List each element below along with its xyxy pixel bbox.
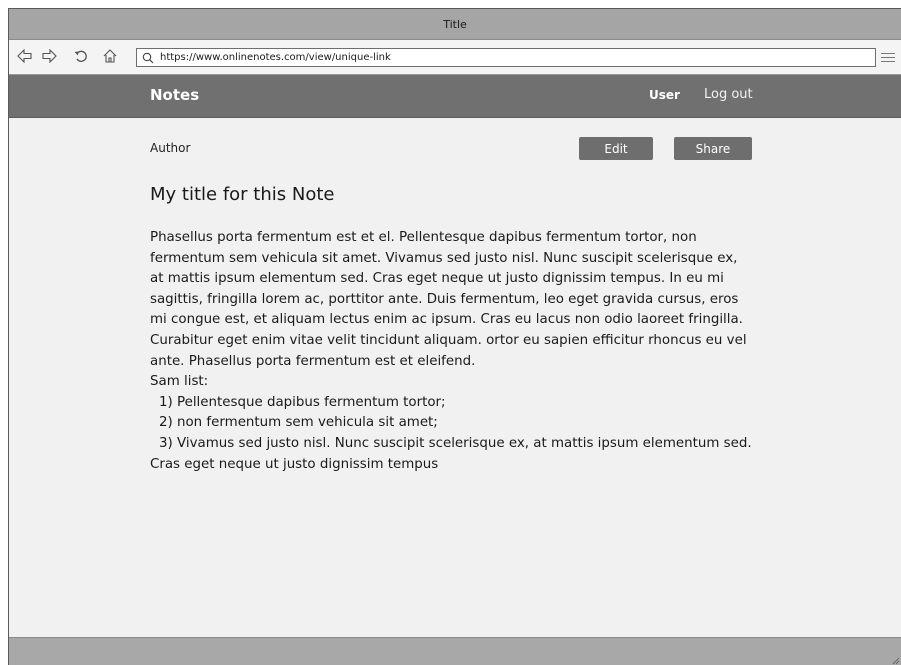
search-icon: [140, 50, 156, 66]
note-list-item: 1) Pellentesque dapibus fermentum tortor…: [159, 394, 446, 410]
url-bar[interactable]: https://www.onlinenotes.com/view/unique-…: [136, 48, 876, 67]
home-icon[interactable]: [101, 47, 119, 65]
url-text: https://www.onlinenotes.com/view/unique-…: [160, 52, 391, 63]
note-view: Author Edit Share My title for this Note…: [9, 118, 901, 628]
brand-logo[interactable]: Notes: [150, 86, 199, 104]
browser-window: Title https://www.onlinenotes.com/view/u…: [8, 8, 901, 665]
refresh-icon[interactable]: [72, 47, 90, 65]
window-title: Title: [443, 17, 467, 31]
note-paragraph: Phasellus porta fermentum est et el. Pel…: [150, 230, 747, 369]
forward-icon[interactable]: [40, 47, 58, 65]
note-author: Author: [150, 141, 191, 155]
logout-link[interactable]: Log out: [704, 87, 753, 102]
note-title: My title for this Note: [150, 184, 335, 205]
note-list-item: 2) non fermentum sem vehicula sit amet;: [159, 415, 438, 431]
note-body: Phasellus porta fermentum est et el. Pel…: [150, 228, 754, 475]
edit-button[interactable]: Edit: [579, 137, 653, 160]
window-titlebar[interactable]: Title: [9, 9, 901, 40]
note-list-item: 3) Vivamus sed justo nisl. Nunc suscipit…: [150, 435, 752, 472]
resize-grip-icon[interactable]: [890, 655, 900, 665]
status-bar: [9, 637, 901, 665]
back-icon[interactable]: [16, 47, 34, 65]
share-button[interactable]: Share: [674, 137, 752, 160]
browser-toolbar: https://www.onlinenotes.com/view/unique-…: [9, 40, 901, 75]
user-link[interactable]: User: [649, 88, 680, 102]
menu-icon[interactable]: [881, 50, 895, 64]
note-list-title: Sam list:: [150, 374, 209, 390]
site-header: Notes User Log out: [9, 75, 901, 118]
